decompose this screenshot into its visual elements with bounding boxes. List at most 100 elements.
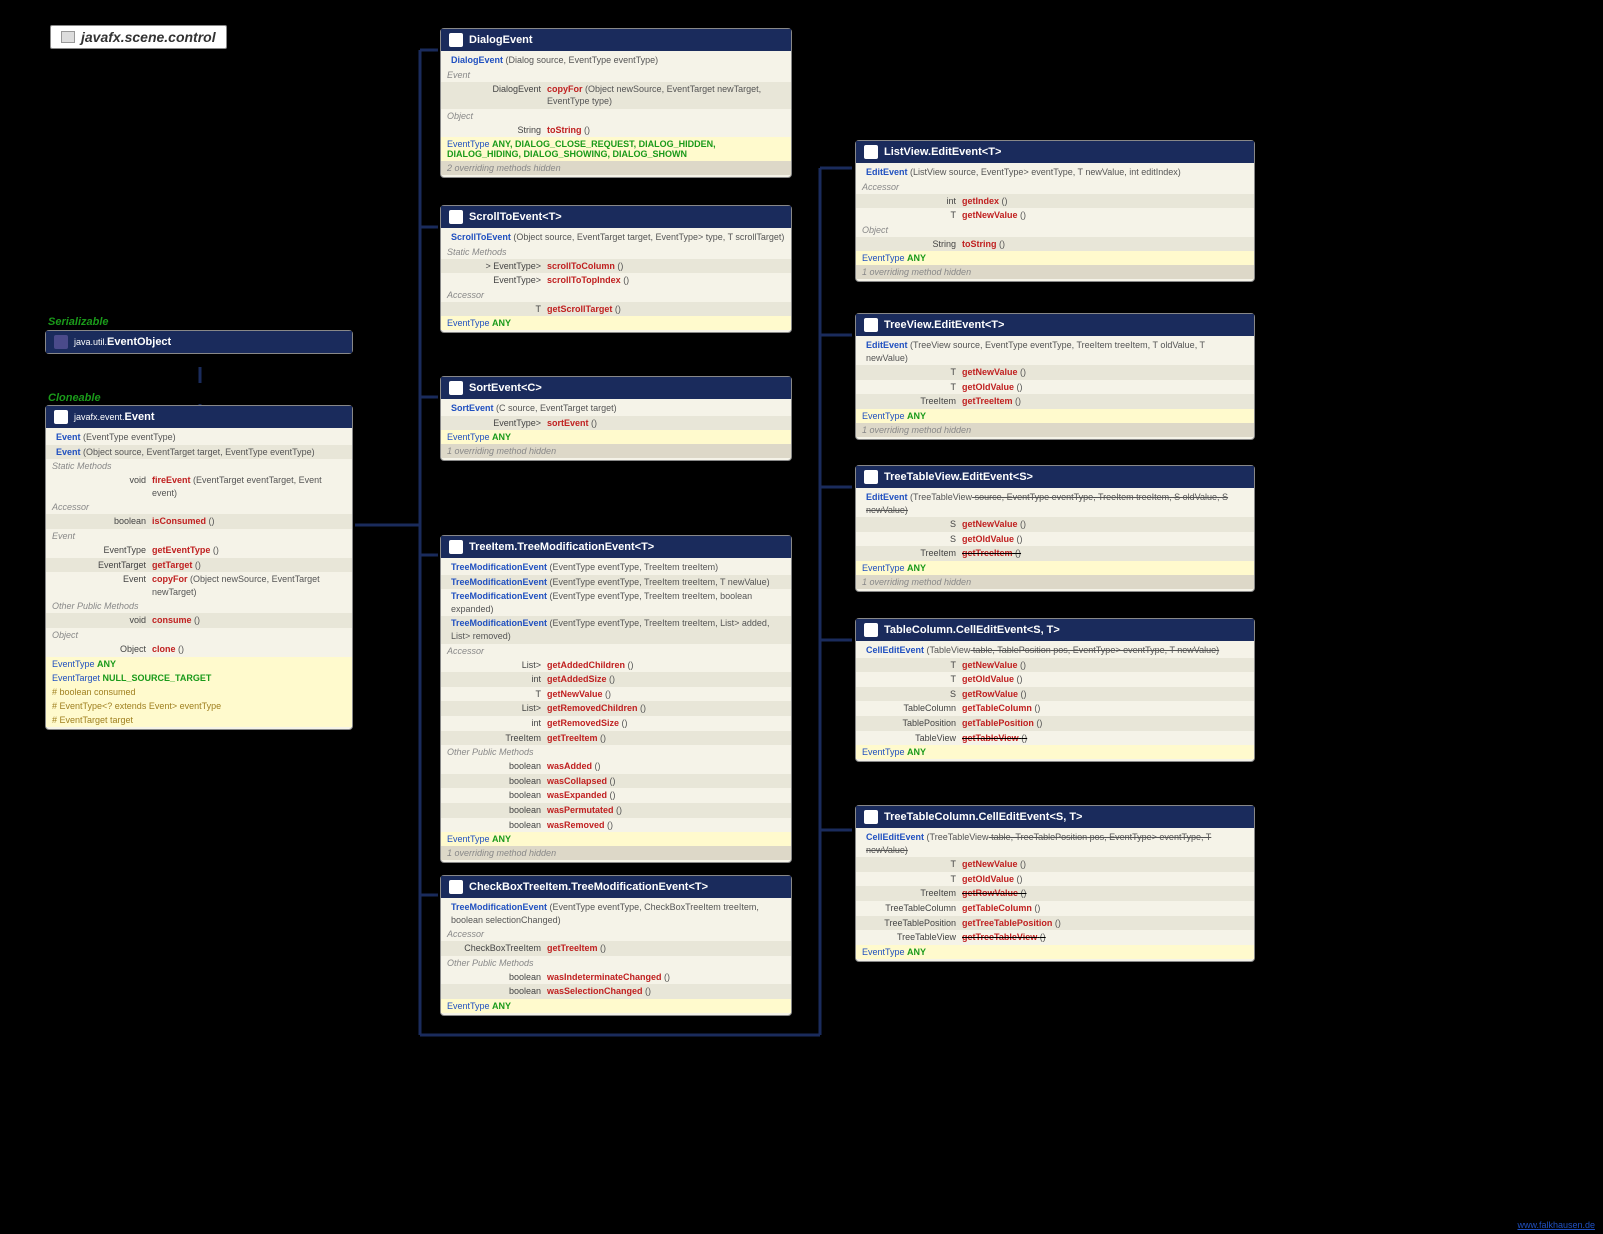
member-row: intgetRemovedSize () [441,716,791,731]
member-row: TgetOldValue () [856,872,1254,887]
footer-note: 1 overriding method hidden [856,265,1254,279]
constant-line: EventTarget NULL_SOURCE_TARGET [46,671,352,685]
member-row: booleanwasAdded () [441,759,791,774]
constant-line: EventType ANY [856,945,1254,959]
constructor-row: EditEvent (TreeTableView source, EventTy… [856,490,1254,517]
footer-note: 1 overriding method hidden [856,575,1254,589]
class-checkboxtreeevent: CheckBoxTreeItem.TreeModificationEvent<T… [440,875,792,1016]
class-icon [54,410,68,424]
protected-field: # EventType<? extends Event> eventType [46,699,352,713]
member-row: booleanisConsumed () [46,514,352,529]
member-row: voidfireEvent (EventTarget eventTarget, … [46,473,352,500]
interface-cloneable: Cloneable [48,392,101,404]
section-label: Accessor [441,288,791,302]
class-treemodevent: TreeItem.TreeModificationEvent<T> TreeMo… [440,535,792,863]
member-row: TgetNewValue () [856,365,1254,380]
footer-note: 2 overriding methods hidden [441,161,791,175]
member-row: > EventType>scrollToColumn () [441,259,791,274]
class-title: TreeTableView.EditEvent<S> [884,471,1033,483]
member-row: EventType>scrollToTopIndex () [441,273,791,288]
class-title: ListView.EditEvent<T> [884,146,1001,158]
member-row: TreeItemgetTreeItem () [441,731,791,746]
footer-note: 1 overriding method hidden [856,423,1254,437]
member-row: TgetOldValue () [856,380,1254,395]
member-row: EventTypegetEventType () [46,543,352,558]
member-row: intgetIndex () [856,194,1254,209]
class-sortevent: SortEvent<C> SortEvent (C source, EventT… [440,376,792,461]
constructor-row: TreeModificationEvent (EventType eventTy… [441,589,791,616]
class-icon [449,540,463,554]
constructor-row: TreeModificationEvent (EventType eventTy… [441,575,791,590]
section-label: Object [46,628,352,642]
class-dialogevent: DialogEvent DialogEvent (Dialog source, … [440,28,792,178]
member-row: TreeTableColumngetTableColumn () [856,901,1254,916]
member-row: TreeTableViewgetTreeTableView () [856,930,1254,945]
member-row: TreeItemgetRowValue () [856,886,1254,901]
section-label: Object [856,223,1254,237]
member-row: booleanwasIndeterminateChanged () [441,970,791,985]
section-label: Accessor [441,644,791,658]
section-label: Object [441,109,791,123]
constructor-row: TreeModificationEvent (EventType eventTy… [441,616,791,643]
class-prefix: java.util.EventObject [74,336,171,348]
section-label: Other Public Methods [441,745,791,759]
class-treetablecolumncelleditevent: TreeTableColumn.CellEditEvent<S, T> Cell… [855,805,1255,962]
constructor-row: CellEditEvent (TreeTableView table, Tree… [856,830,1254,857]
member-row: booleanwasPermutated () [441,803,791,818]
class-icon [449,880,463,894]
member-row: DialogEventcopyFor (Object newSource, Ev… [441,82,791,109]
constant-line: EventType ANY [441,832,791,846]
constant-line: EventType ANY [46,657,352,671]
package-label: javafx.scene.control [50,25,227,49]
constant-line: EventType ANY [441,316,791,330]
constant-line: EventType ANY, DIALOG_CLOSE_REQUEST, DIA… [441,137,791,161]
section-label: Other Public Methods [441,956,791,970]
constant-line: EventType ANY [441,430,791,444]
section-label: Accessor [856,180,1254,194]
member-row: Objectclone () [46,642,352,657]
class-treetablevieweditevent: TreeTableView.EditEvent<S> EditEvent (Tr… [855,465,1255,592]
class-icon [864,145,878,159]
member-row: TgetScrollTarget () [441,302,791,317]
class-title: CheckBoxTreeItem.TreeModificationEvent<T… [469,881,708,893]
class-title: TableColumn.CellEditEvent<S, T> [884,624,1060,636]
protected-field: # boolean consumed [46,685,352,699]
package-name: javafx.scene.control [81,29,216,45]
section-label: Static Methods [46,459,352,473]
class-event: javafx.event.Event Event (EventType even… [45,405,353,730]
member-row: SgetOldValue () [856,532,1254,547]
class-listvieweditevent: ListView.EditEvent<T> EditEvent (ListVie… [855,140,1255,282]
member-row: TablePositiongetTablePosition () [856,716,1254,731]
constant-line: EventType ANY [441,999,791,1013]
class-eventobject: java.util.EventObject [45,330,353,354]
class-tablecolumncelleditevent: TableColumn.CellEditEvent<S, T> CellEdit… [855,618,1255,762]
watermark-link[interactable]: www.falkhausen.de [1517,1220,1595,1230]
class-icon [864,623,878,637]
member-row: SgetRowValue () [856,687,1254,702]
class-icon [54,335,68,349]
constructor-row: SortEvent (C source, EventTarget target) [441,401,791,416]
class-title: ScrollToEvent<T> [469,211,562,223]
footer-note: 1 overriding method hidden [441,846,791,860]
class-icon [864,318,878,332]
constructor-row: TreeModificationEvent (EventType eventTy… [441,560,791,575]
constant-line: EventType ANY [856,409,1254,423]
member-row: TreeTablePositiongetTreeTablePosition () [856,916,1254,931]
member-row: StringtoString () [441,123,791,138]
member-row: TableColumngetTableColumn () [856,701,1254,716]
class-icon [449,33,463,47]
class-icon [449,381,463,395]
member-row: StringtoString () [856,237,1254,252]
constructor-row: Event (Object source, EventTarget target… [46,445,352,460]
member-row: voidconsume () [46,613,352,628]
member-row: TgetNewValue () [856,857,1254,872]
class-title: SortEvent<C> [469,382,542,394]
constructor-row: CellEditEvent (TableView table, TablePos… [856,643,1254,658]
class-title: TreeItem.TreeModificationEvent<T> [469,541,654,553]
member-row: TreeItemgetTreeItem () [856,394,1254,409]
constant-line: EventType ANY [856,745,1254,759]
member-row: booleanwasExpanded () [441,788,791,803]
member-row: EventType>sortEvent () [441,416,791,431]
section-label: Static Methods [441,245,791,259]
class-title: DialogEvent [469,34,533,46]
